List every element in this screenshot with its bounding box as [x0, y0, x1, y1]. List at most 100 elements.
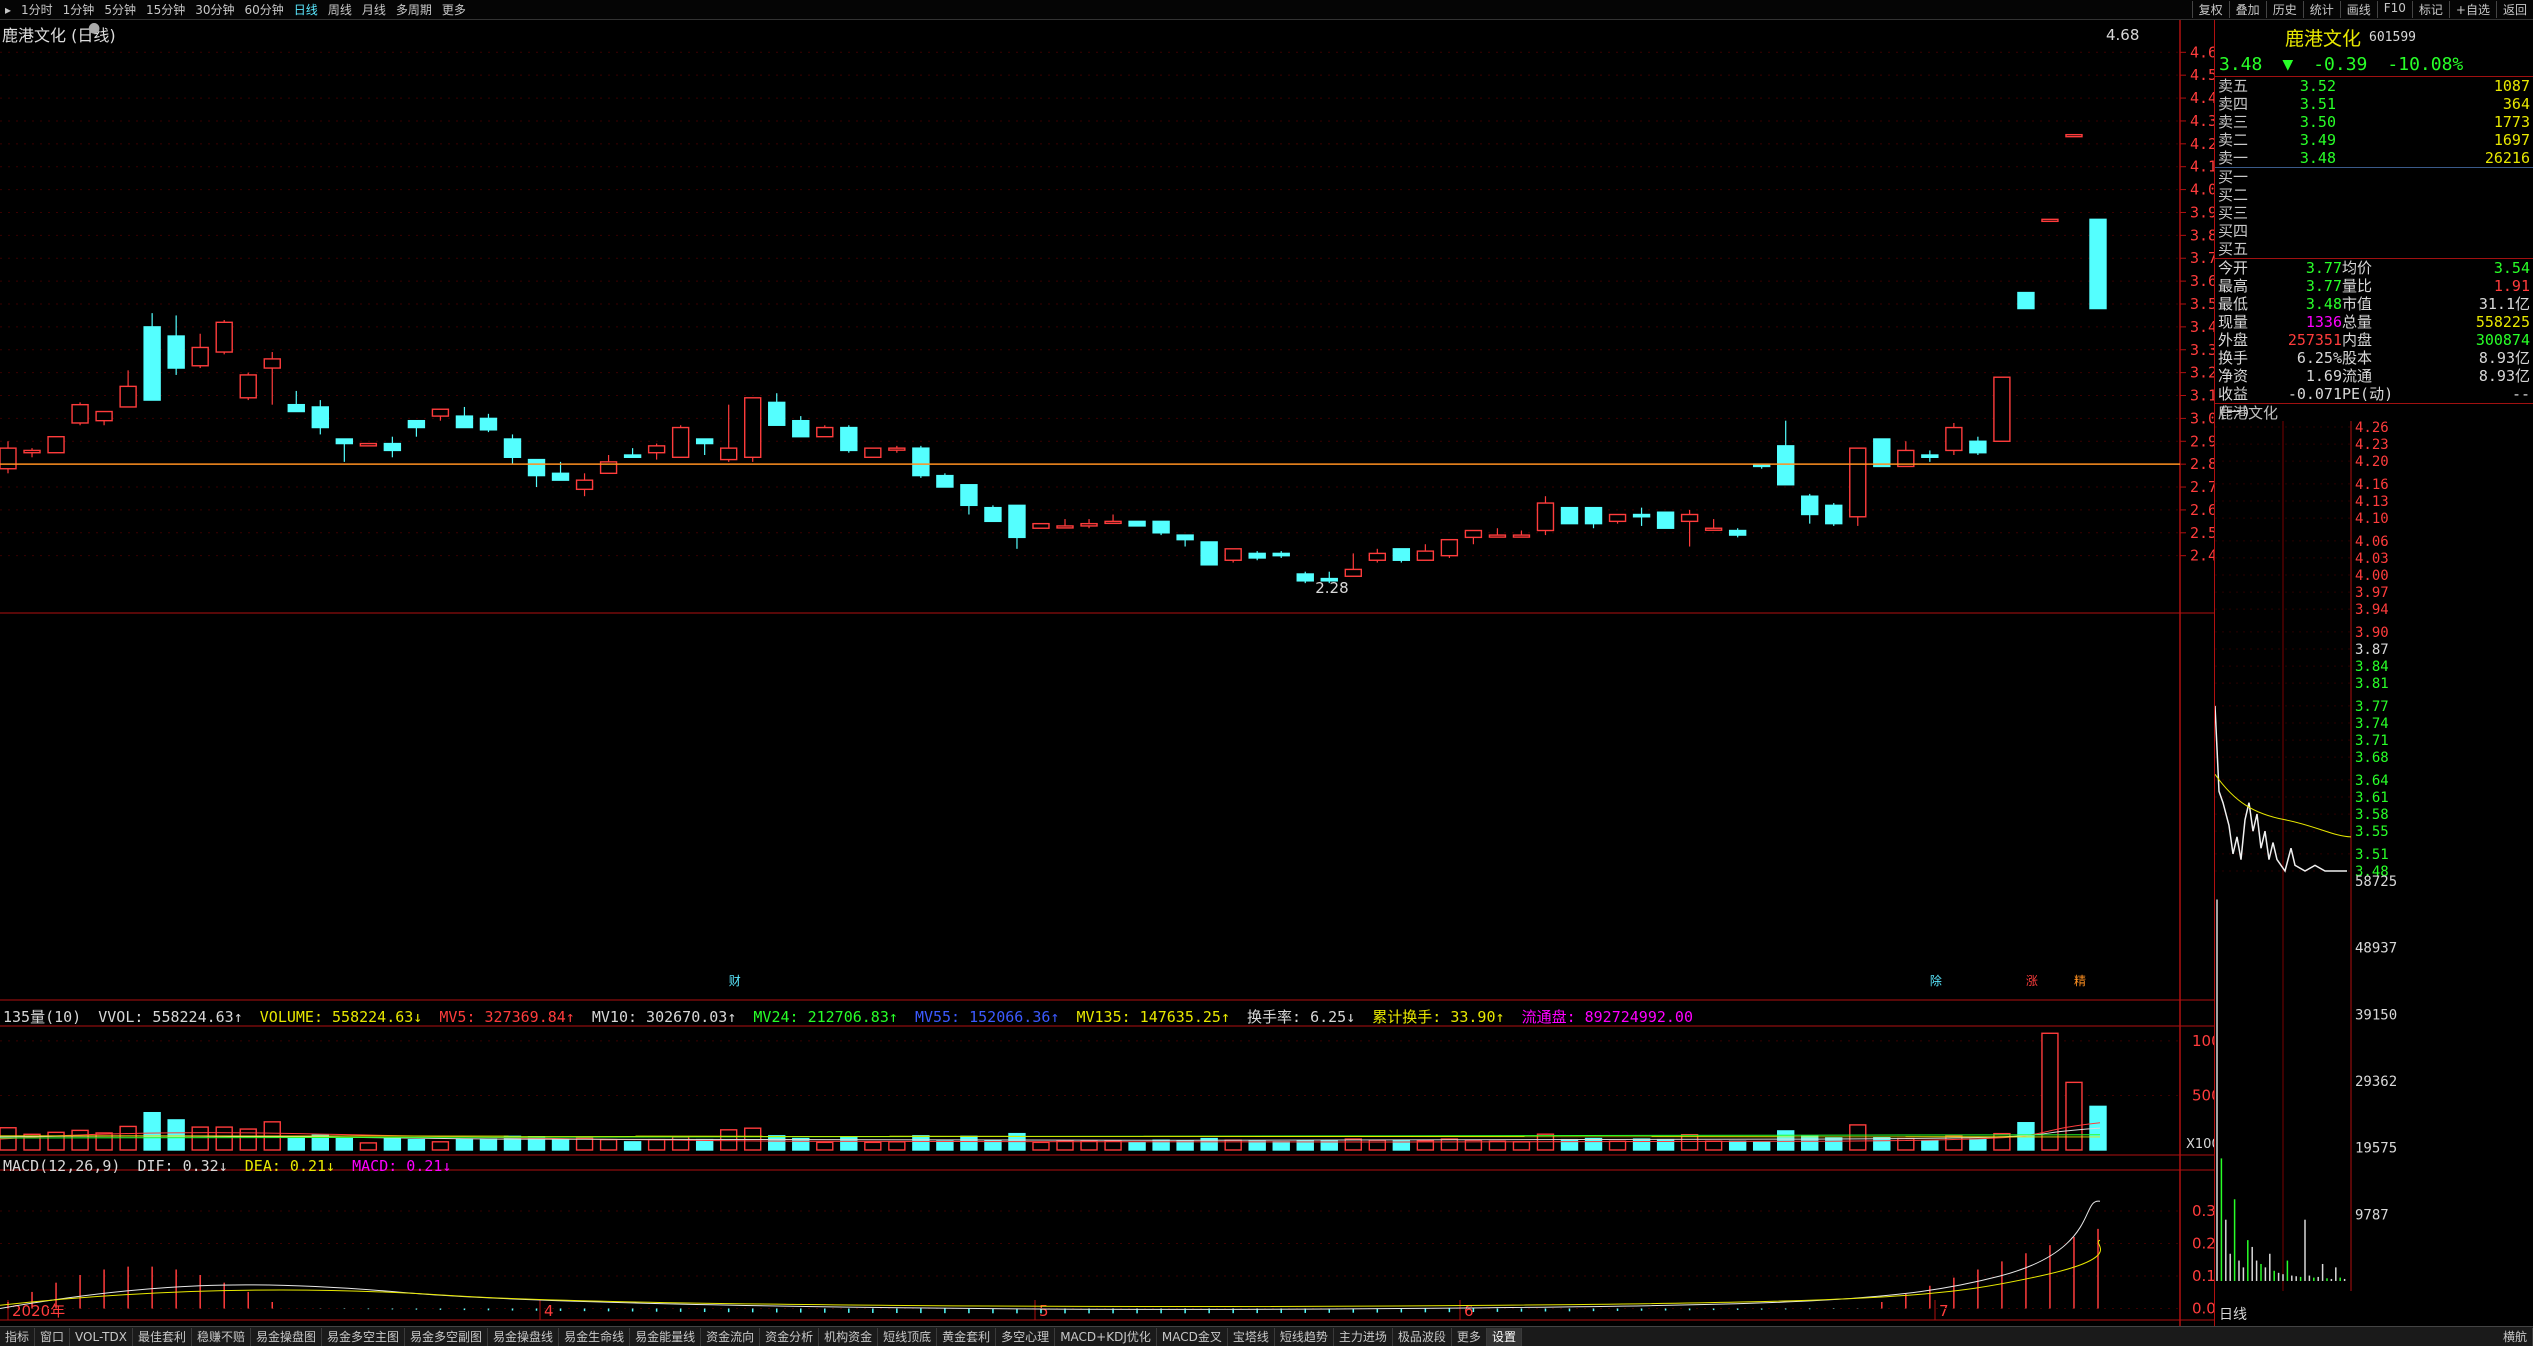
candle-body-66: [1584, 506, 1603, 525]
mini-price-label-6: 4.06: [2355, 534, 2389, 550]
vol-legend-mv135: MV135: 147635.25↑: [1076, 1008, 1230, 1026]
indicator-tab-13[interactable]: 机构资金: [819, 1327, 879, 1346]
stock-name: 鹿港文化: [2285, 27, 2362, 50]
action-8[interactable]: 返回: [2495, 1, 2533, 18]
candle-body-20: [479, 417, 498, 431]
indicator-tab-20[interactable]: 短线趋势: [1275, 1327, 1334, 1346]
stat-label-a-6: 净资: [2218, 367, 2249, 385]
stat-row-1: 最高 3.77 量比 1.91: [2215, 277, 2533, 295]
candle-body-61: [1464, 529, 1483, 539]
period-9[interactable]: 多周期: [391, 1, 437, 18]
event-marker-3: 精: [2074, 974, 2086, 988]
period-5[interactable]: 60分钟: [240, 1, 289, 18]
macd-dea-line: [0, 1239, 2101, 1307]
candle-body-27: [647, 445, 666, 454]
action-0[interactable]: 复权: [2191, 1, 2229, 18]
indicator-tab-24[interactable]: 设置: [1486, 1327, 1522, 1346]
candle-body-47: [1128, 520, 1146, 527]
indicator-tab-2[interactable]: VOL-TDX: [70, 1327, 133, 1346]
candle-body-69: [1656, 511, 1675, 529]
candle-body-17: [407, 419, 426, 429]
candle-body-53: [1272, 552, 1290, 557]
action-4[interactable]: 画线: [2339, 1, 2377, 18]
quote-stats: 今开 3.77 均价 3.54 最高 3.77 量比 1.91 最低 3.48 市值 31.1亿 现量 1…: [2215, 258, 2533, 421]
period-8[interactable]: 月线: [357, 1, 391, 18]
stat-val-a-3: 1336: [2305, 313, 2342, 331]
action-2[interactable]: 历史: [2265, 1, 2303, 18]
indicator-tab-12[interactable]: 资金分析: [760, 1327, 820, 1346]
vol-bar-40: [960, 1135, 978, 1151]
candle-body-32: [768, 401, 786, 426]
period-3[interactable]: 15分钟: [141, 1, 190, 18]
indicator-tab-22[interactable]: 极品波段: [1393, 1327, 1452, 1346]
indicator-tab-23[interactable]: 更多: [1452, 1327, 1487, 1346]
indicator-tab-15[interactable]: 黄金套利: [937, 1327, 997, 1346]
stat-val-a-4: 257351: [2287, 331, 2342, 349]
kline-chart[interactable]: 4.60 4.50 4.40 4.30 4.20 4.10 4.00 3.90 3.80 3.70…: [0, 20, 2214, 1326]
indicator-tab-3[interactable]: 最佳套利: [133, 1327, 192, 1346]
vol-bar-53: [1272, 1141, 1290, 1151]
indicator-tab-4[interactable]: 稳赚不赔: [192, 1327, 251, 1346]
indicator-tab-16[interactable]: 多空心理: [996, 1327, 1056, 1346]
ask-row-2: 卖三 3.50 1773: [2215, 113, 2533, 131]
period-7[interactable]: 周线: [323, 1, 357, 18]
indicator-tab-7[interactable]: 易金多空副图: [405, 1327, 489, 1346]
indicator-tab-17[interactable]: MACD+KDJ优化: [1055, 1327, 1157, 1346]
indicator-tab-11[interactable]: 资金流向: [701, 1327, 761, 1346]
stat-row-6: 净资 1.69 流通 8.93亿: [2215, 367, 2533, 385]
indicator-tab-8[interactable]: 易金操盘线: [488, 1327, 560, 1346]
vol-bar-9: [215, 1126, 233, 1151]
indicator-tab-10[interactable]: 易金能量线: [630, 1327, 702, 1346]
period-2[interactable]: 5分钟: [99, 1, 141, 18]
indicator-tab-5[interactable]: 易金操盘图: [251, 1327, 323, 1346]
period-10[interactable]: 更多: [437, 1, 471, 18]
candle-body-22: [527, 458, 546, 477]
action-6[interactable]: 标记: [2411, 1, 2449, 18]
price-label-6: 4.00: [2190, 181, 2214, 199]
period-4[interactable]: 30分钟: [190, 1, 239, 18]
ask-price-1: 3.51: [2299, 95, 2336, 113]
time-label-1: 4: [544, 1302, 554, 1320]
price-label-1: 4.50: [2190, 66, 2214, 84]
indicator-tab-14[interactable]: 短线顶底: [878, 1327, 938, 1346]
indicator-tab-18[interactable]: MACD金叉: [1157, 1327, 1228, 1346]
bottom-right-label[interactable]: 横航: [2498, 1327, 2533, 1346]
stat-label-a-2: 最低: [2218, 295, 2249, 313]
macd-label-1: 0.20: [2192, 1235, 2214, 1253]
indicator-tab-0[interactable]: 指标: [0, 1327, 36, 1346]
mini-price-label-10: 3.94: [2355, 602, 2389, 618]
vol-bar-23: [551, 1138, 570, 1151]
period-1[interactable]: 1分钟: [58, 1, 100, 18]
vol-bar-39: [936, 1140, 954, 1151]
mini-tab[interactable]: 日线: [2219, 1304, 2247, 1324]
period-6[interactable]: 日线: [289, 1, 323, 18]
action-3[interactable]: 统计: [2302, 1, 2340, 18]
candle-body-56: [1344, 568, 1362, 577]
stat-row-5: 换手 6.25% 股本 8.93亿: [2215, 349, 2533, 367]
vol-bar-12: [287, 1137, 305, 1151]
candle-body-50: [1200, 541, 1218, 566]
indicator-tab-21[interactable]: 主力进场: [1334, 1327, 1393, 1346]
action-5[interactable]: F10: [2376, 1, 2412, 18]
indicator-tabs: 指标 窗口 VOL-TDX 最佳套利 稳赚不赔 易金操盘图 易金多空主图 易金多空副图 易金操盘…: [0, 1326, 2533, 1346]
candle-body-46: [1104, 520, 1122, 525]
indicator-tab-1[interactable]: 窗口: [35, 1327, 71, 1346]
action-7[interactable]: +自选: [2448, 1, 2496, 18]
vol-bar-34: [816, 1141, 834, 1151]
candle-body-41: [984, 506, 1002, 523]
stat-row-4: 外盘 257351 内盘 300874: [2215, 331, 2533, 349]
indicator-tab-9[interactable]: 易金生命线: [559, 1327, 631, 1346]
candle-body-84: [2017, 291, 2035, 310]
indicator-tab-19[interactable]: 宝塔线: [1228, 1327, 1275, 1346]
vol-label-0: 10000: [2192, 1032, 2214, 1050]
action-1[interactable]: 叠加: [2228, 1, 2266, 18]
bid-row-0: 买一: [2215, 168, 2533, 186]
period-0[interactable]: 1分时: [16, 1, 58, 18]
price-change-pct: -10.08%: [2387, 54, 2464, 75]
price-label-3: 4.30: [2190, 112, 2214, 130]
indicator-tab-6[interactable]: 易金多空主图: [322, 1327, 406, 1346]
menu-icon[interactable]: ▸: [0, 3, 16, 17]
price-label-19: 2.70: [2190, 478, 2214, 496]
candle-body-0: [0, 447, 17, 470]
intraday-chart[interactable]: 4.264.234.20 4.164.134.10 4.064.034.003.97…: [2215, 421, 2533, 1291]
